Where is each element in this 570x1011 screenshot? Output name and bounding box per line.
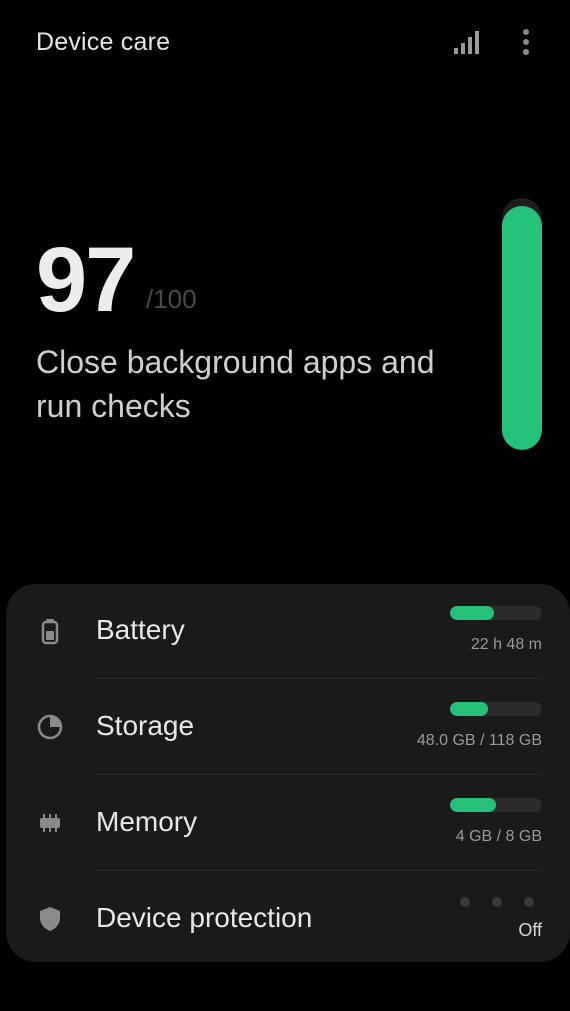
divider [96,678,542,679]
row-label-device-protection: Device protection [96,902,313,933]
page-title: Device care [36,28,171,56]
battery-icon [41,619,59,645]
score-block: 97 /100 [36,228,456,338]
signal-icon[interactable] [452,28,484,56]
score-max: /100 [146,284,197,314]
battery-bar-fill [450,606,495,620]
protection-dots [450,894,542,908]
more-vertical-icon[interactable] [512,26,540,58]
score-message[interactable]: Close background apps and run checks [36,340,456,428]
row-storage[interactable]: Storage 48.0 GB / 118 GB [6,680,570,774]
device-protection-value: Off [518,920,542,940]
row-memory[interactable]: Memory 4 GB / 8 GB [6,776,570,870]
memory-bar [450,798,542,812]
battery-bar [450,606,542,620]
device-care-screen: Device care 97 /100 Close background app… [0,0,570,1011]
row-device-protection[interactable]: Device protection Off [6,872,570,966]
storage-value: 48.0 GB / 118 GB [416,732,542,749]
storage-icon [37,714,63,740]
memory-icon [40,814,60,832]
status-dot [460,897,470,907]
status-dot [492,897,502,907]
row-label-memory: Memory [96,806,198,837]
score-gauge-fill [502,205,542,450]
memory-value: 4 GB / 8 GB [455,828,542,845]
divider [96,774,542,775]
row-label-battery: Battery [96,614,185,645]
status-dot [524,897,534,907]
battery-value: 22 h 48 m [470,636,542,653]
status-card: Battery 22 h 48 m Storage 48.0 GB / 118 … [6,584,570,962]
storage-bar-fill [450,702,488,716]
row-battery[interactable]: Battery 22 h 48 m [6,584,570,678]
score-value: 97 [36,229,136,331]
shield-icon [40,907,60,931]
memory-bar-fill [450,798,496,812]
app-bar: Device care [0,0,570,88]
divider [96,870,542,871]
score-gauge [502,198,542,450]
row-label-storage: Storage [96,710,195,741]
storage-bar [450,702,542,716]
